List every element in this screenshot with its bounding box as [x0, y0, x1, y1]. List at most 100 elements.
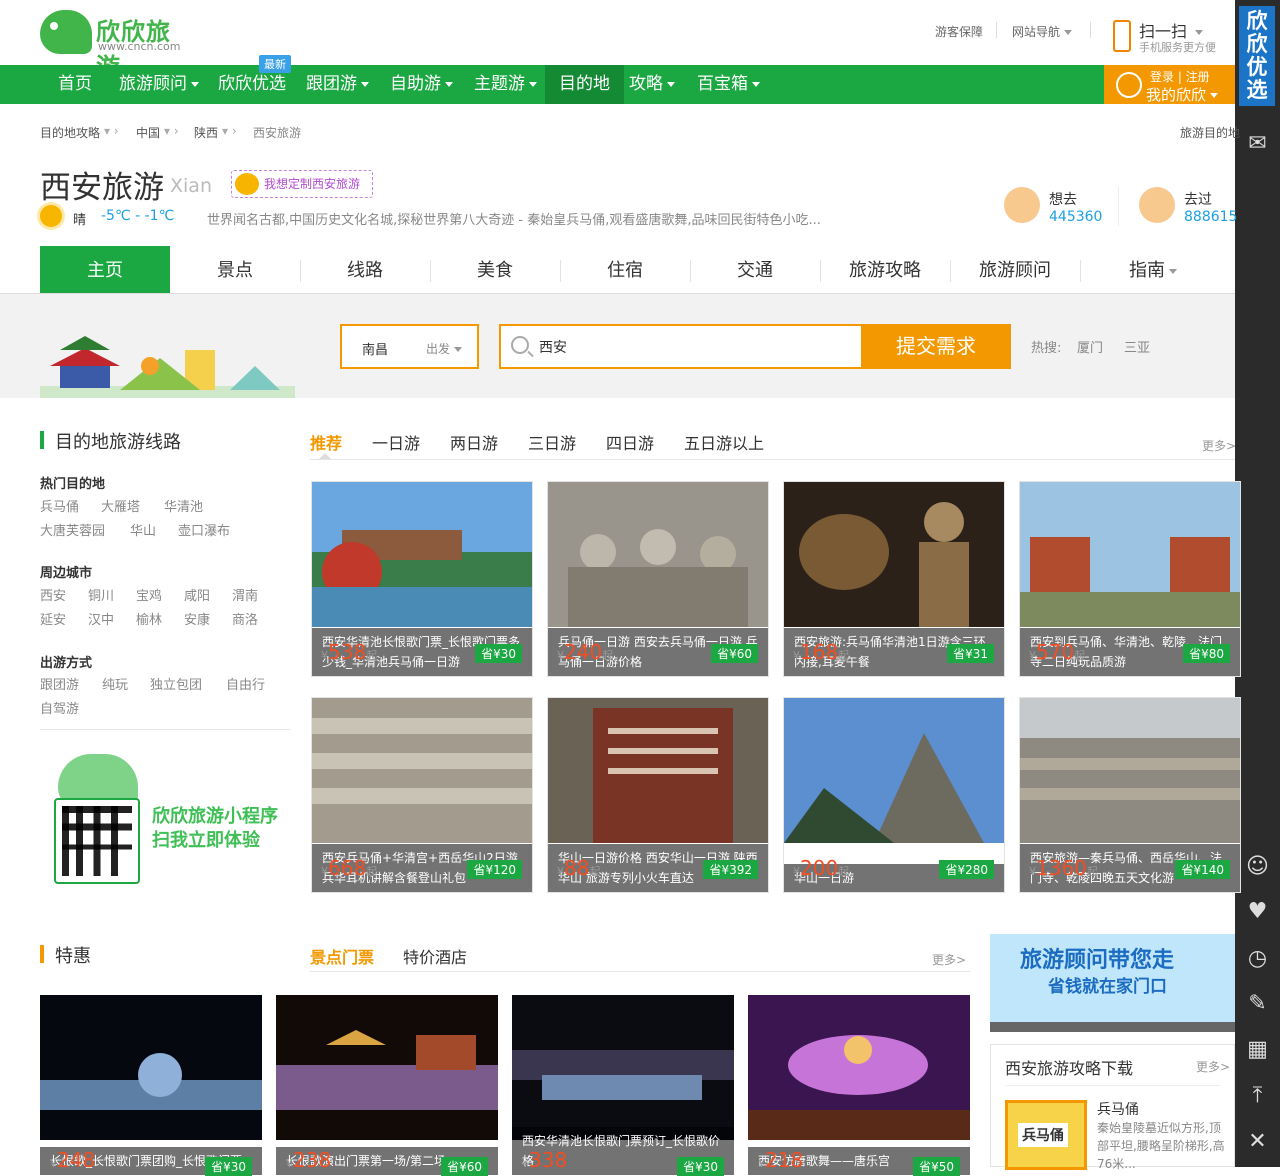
hot-search-item[interactable]: 厦门 [1077, 337, 1103, 356]
side-link[interactable]: 西安 [40, 585, 66, 604]
tab-hotels[interactable]: 住宿 [560, 246, 690, 293]
hot-search-item[interactable]: 三亚 [1124, 337, 1150, 356]
discount-badge: 省¥280 [939, 860, 994, 879]
guide-book-cover[interactable]: 兵马俑 [1005, 1100, 1087, 1170]
side-link[interactable]: 商洛 [232, 609, 258, 628]
tab-food[interactable]: 美食 [430, 246, 560, 293]
search-input[interactable] [539, 335, 849, 359]
side-link[interactable]: 渭南 [232, 585, 258, 604]
side-link[interactable]: 延安 [40, 609, 66, 628]
side-link[interactable]: 铜川 [88, 585, 114, 604]
subtab-three-day[interactable]: 三日游 [528, 430, 576, 454]
guide-name[interactable]: 兵马俑 [1097, 1099, 1139, 1119]
download-more-link[interactable]: 更多> [1196, 1058, 1230, 1075]
nav-home[interactable]: 首页 [44, 65, 106, 104]
tab-home[interactable]: 主页 [40, 246, 170, 293]
route-price: ¥200起 [793, 856, 850, 880]
side-link[interactable]: 独立包团 [150, 674, 202, 693]
destination-link[interactable]: 旅游目的地 [1180, 124, 1240, 141]
subtab-two-day[interactable]: 两日游 [450, 430, 498, 454]
tab-advisor[interactable]: 旅游顾问 [950, 246, 1080, 293]
side-link[interactable]: 咸阳 [184, 585, 210, 604]
departure-select[interactable]: 南昌 出发 [340, 324, 479, 369]
back-to-top-icon[interactable]: ⤒ [1235, 1074, 1280, 1118]
route-card[interactable]: 华山一日游价格 西安华山一日游 陕西华山 旅游专列小火车直达 ¥88起 省¥39… [547, 697, 769, 893]
breadcrumb-item[interactable]: 中国 [136, 124, 160, 141]
side-link[interactable]: 跟团游 [40, 674, 79, 693]
feedback-pencil-icon[interactable]: ✎ [1235, 982, 1280, 1026]
nav-theme-tour[interactable]: 主题游 [460, 65, 551, 104]
route-card[interactable]: 西安旅游:兵马俑华清池1日游含三环内接,耳麦午餐 ¥168起 省¥31 [783, 481, 1005, 677]
subtab-hotels[interactable]: 特价酒店 [403, 944, 467, 968]
my-account[interactable]: 我的欣欣 [1146, 84, 1219, 105]
site-nav-link[interactable]: 网站导航 [1012, 23, 1073, 40]
login-register-link[interactable]: 登录 | 注册 [1150, 68, 1210, 85]
deal-photo [40, 995, 262, 1140]
deal-card[interactable]: 西安华清池长恨歌门票预订_长恨歌价格 ¥338 省¥30 [512, 995, 734, 1176]
subtab-recommended[interactable]: 推荐 [310, 430, 342, 454]
routes-more-link[interactable]: 更多> [1202, 437, 1236, 454]
subtab-five-plus[interactable]: 五日游以上 [684, 430, 764, 454]
selected-ad-banner[interactable]: 欣欣优选 [1239, 6, 1275, 106]
qrcode-icon[interactable]: ▦ [1235, 1028, 1280, 1072]
close-icon[interactable]: ✕ [1235, 1120, 1280, 1164]
subtab-tickets[interactable]: 景点门票 [310, 944, 374, 968]
history-clock-icon[interactable]: ◷ [1235, 937, 1280, 981]
nav-toolbox[interactable]: 百宝箱 [683, 65, 774, 104]
login-box[interactable]: 登录 | 注册 我的欣欣 [1104, 65, 1235, 104]
route-card[interactable]: 兵马俑一日游 西安去兵马俑一日游 兵马俑一日游价格 ¥240起 省¥60 [547, 481, 769, 677]
deal-card[interactable]: 西安仿唐歌舞——唐乐宫 ¥218 省¥50 [748, 995, 970, 1176]
side-link[interactable]: 宝鸡 [136, 585, 162, 604]
favorite-heart-icon[interactable]: ♥ [1235, 890, 1280, 934]
customize-trip-button[interactable]: 我想定制西安旅游 [231, 170, 374, 198]
tab-guide-menu[interactable]: 指南 [1088, 246, 1218, 293]
tab-routes[interactable]: 线路 [300, 246, 430, 293]
route-card[interactable]: 西安到兵马俑、华清池、乾陵、法门寺二日纯玩品质游 ¥570起 省¥80 [1019, 481, 1241, 677]
mini-program-promo[interactable]: 欣欣旅游小程序 扫我立即体验 [40, 740, 290, 890]
search-field[interactable] [499, 324, 861, 369]
route-card[interactable]: 西安华清池长恨歌门票_长恨歌门票多少钱_华清池兵马俑一日游 ¥538起 省¥30 [311, 481, 533, 677]
side-link[interactable]: 安康 [184, 609, 210, 628]
nav-self-tour[interactable]: 自助游 [376, 65, 467, 104]
heart-icon [1004, 187, 1040, 223]
side-link[interactable]: 自由行 [226, 674, 265, 693]
nav-group-tour[interactable]: 跟团游 [292, 65, 383, 104]
travel-advisor-banner[interactable]: 旅游顾问带您走 省钱就在家门口 [990, 934, 1235, 1032]
side-link[interactable]: 兵马俑 [40, 496, 79, 515]
tab-attractions[interactable]: 景点 [170, 246, 300, 293]
guide-download-box: 西安旅游攻略下载 更多> 兵马俑 兵马俑 秦始皇陵墓近似方形,顶部平坦,腰略呈阶… [990, 1044, 1235, 1171]
nav-travel-advisor[interactable]: 旅游顾问 [105, 65, 213, 104]
guarantee-link[interactable]: 游客保障 [935, 23, 983, 40]
deal-price: ¥218 [758, 1148, 804, 1172]
side-link[interactable]: 纯玩 [102, 674, 128, 693]
route-card[interactable]: 华山一日游 ¥200起 省¥280 [783, 697, 1005, 893]
user-center-icon[interactable]: ☺ [1235, 845, 1280, 889]
side-link[interactable]: 华清池 [164, 496, 203, 515]
side-link[interactable]: 壶口瀑布 [178, 520, 230, 539]
side-link[interactable]: 大唐芙蓉园 [40, 520, 105, 539]
side-link[interactable]: 榆林 [136, 609, 162, 628]
deals-more-link[interactable]: 更多> [932, 951, 966, 968]
nav-destination[interactable]: 目的地 [545, 65, 624, 104]
tab-transport[interactable]: 交通 [690, 246, 820, 293]
subtab-one-day[interactable]: 一日游 [372, 430, 420, 454]
side-link[interactable]: 大雁塔 [101, 496, 140, 515]
deal-card[interactable]: 长恨歌_长恨歌门票团购_长恨歌门票 ¥248 省¥30 [40, 995, 262, 1176]
been-label: 去过 [1184, 192, 1212, 208]
side-link[interactable]: 汉中 [88, 609, 114, 628]
nav-guides[interactable]: 攻略 [615, 65, 689, 104]
side-link[interactable]: 自驾游 [40, 698, 79, 717]
route-card[interactable]: 西安兵马俑+华清宫+西岳华山2日游兵华耳机讲解含餐登山礼包 ¥668起 省¥12… [311, 697, 533, 893]
wechat-icon[interactable]: ✉ [1235, 122, 1280, 166]
breadcrumb-item[interactable]: 陕西 [194, 124, 218, 141]
breadcrumb-item[interactable]: 目的地攻略 [40, 124, 100, 141]
site-logo[interactable]: 欣欣旅游 www.cncn.com [40, 8, 190, 81]
tab-travel-guide[interactable]: 旅游攻略 [820, 246, 950, 293]
breadcrumb-separator: ▾ › [222, 124, 237, 138]
route-card[interactable]: 西安旅游—秦兵马俑、西岳华山、法门寺、乾陵四晚五天文化游 ¥1360起 省¥14… [1019, 697, 1241, 893]
submit-request-button[interactable]: 提交需求 [861, 324, 1011, 369]
side-link[interactable]: 华山 [130, 520, 156, 539]
scan-qr-menu[interactable]: 扫一扫 手机服务更方便 [1113, 18, 1233, 58]
subtab-four-day[interactable]: 四日游 [606, 430, 654, 454]
deal-card[interactable]: 长恨歌演出门票第一场/第二场 ¥238 省¥60 [276, 995, 498, 1176]
